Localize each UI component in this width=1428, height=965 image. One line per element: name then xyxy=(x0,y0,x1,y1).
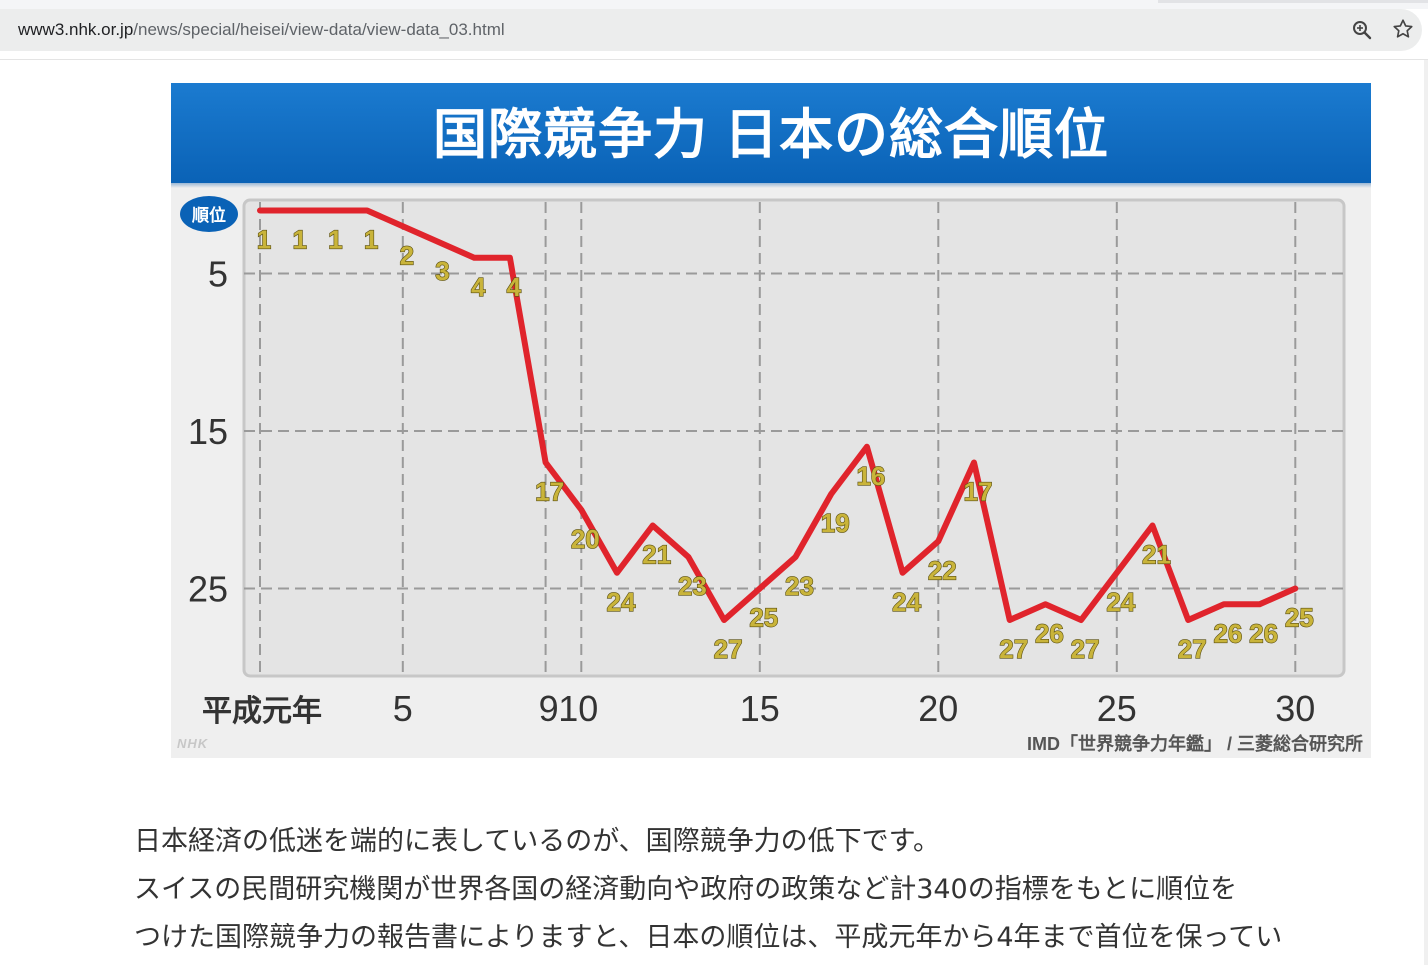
data-label: 20 xyxy=(571,524,600,554)
data-label: 16 xyxy=(856,461,885,491)
data-label: 19 xyxy=(821,508,850,538)
x-tick-label: 15 xyxy=(740,688,780,729)
data-label: 3 xyxy=(435,256,449,286)
data-label: 26 xyxy=(1213,618,1242,648)
x-tick-label: 10 xyxy=(558,688,598,729)
address-bar[interactable]: www3.nhk.or.jp/news/special/heisei/view-… xyxy=(0,9,1422,51)
x-tick-label: 30 xyxy=(1275,688,1315,729)
data-label: 26 xyxy=(1035,618,1064,648)
data-label: 27 xyxy=(999,634,1028,664)
ranking-infographic: 国際競争力 日本の総合順位 5 15 25 平成元年 5 9 10 15 20 25 30 順位 1 1 1… xyxy=(171,83,1371,758)
data-label: 24 xyxy=(1106,587,1135,617)
data-label: 4 xyxy=(507,272,522,302)
browser-top-strip xyxy=(0,0,1428,9)
page-scrollbar[interactable] xyxy=(1424,60,1428,965)
url-text[interactable]: www3.nhk.or.jp/news/special/heisei/view-… xyxy=(18,9,505,51)
tab-edge xyxy=(1158,0,1428,3)
x-tick-label: 9 xyxy=(539,688,559,729)
data-label: 17 xyxy=(535,477,564,507)
magnifier-zoom-icon[interactable] xyxy=(1352,20,1372,40)
data-label: 25 xyxy=(749,603,778,633)
article-line-1: 日本経済の低迷を端的に表しているのが、国際競争力の低下です。 xyxy=(134,826,940,857)
chart-source-credit: IMD「世界競争力年鑑」 / 三菱総合研究所 xyxy=(1027,734,1363,754)
y-axis-label: 順位 xyxy=(192,205,226,225)
data-label: 17 xyxy=(964,477,993,507)
article-body: 日本経済の低迷を端的に表しているのが、国際競争力の低下です。 スイスの民間研究機… xyxy=(134,818,1424,962)
toolbar-separator xyxy=(0,59,1428,60)
data-label: 1 xyxy=(257,225,271,255)
ranking-line-chart: 51525平成元年 5 9 10 15 20 25 30順位1 1 1 1234 4172024212… xyxy=(180,196,1346,729)
x-tick-label: 5 xyxy=(393,688,413,729)
url-host: www3.nhk.or.jp xyxy=(18,20,134,39)
x-tick-label: 25 xyxy=(1097,688,1137,729)
plot-area xyxy=(242,198,1346,678)
data-label: 23 xyxy=(785,571,814,601)
data-label: 1 xyxy=(364,225,378,255)
data-label: 4 xyxy=(471,272,486,302)
data-label: 2 xyxy=(400,240,414,270)
url-path: /news/special/heisei/view-data/view-data… xyxy=(133,20,505,39)
y-tick-label: 25 xyxy=(188,569,228,610)
article-line-3: つけた国際競争力の報告書によりますと、日本の順位は、平成元年から4年まで首位を保… xyxy=(134,922,1283,953)
data-label: 22 xyxy=(928,555,957,585)
article-line-2: スイスの民間研究機関が世界各国の経済動向や政府の政策など計340の指標をもとに順… xyxy=(134,874,1238,905)
data-label: 24 xyxy=(607,587,636,617)
data-label: 27 xyxy=(1071,634,1100,664)
data-label: 27 xyxy=(714,634,743,664)
data-label: 1 xyxy=(328,225,342,255)
y-tick-label: 5 xyxy=(208,254,228,295)
data-label: 23 xyxy=(678,571,707,601)
data-label: 25 xyxy=(1285,603,1314,633)
data-label: 26 xyxy=(1249,618,1278,648)
data-label: 21 xyxy=(1142,540,1171,570)
star-icon[interactable] xyxy=(1392,18,1414,40)
data-label: 27 xyxy=(1178,634,1207,664)
data-label: 24 xyxy=(892,587,921,617)
x-tick-label: 20 xyxy=(918,688,958,729)
x-tick-label: 平成元年 xyxy=(202,695,322,728)
data-label: 21 xyxy=(642,540,671,570)
data-label: 1 xyxy=(292,225,306,255)
y-tick-label: 15 xyxy=(188,411,228,452)
nhk-logo-watermark: NHK xyxy=(177,736,209,751)
